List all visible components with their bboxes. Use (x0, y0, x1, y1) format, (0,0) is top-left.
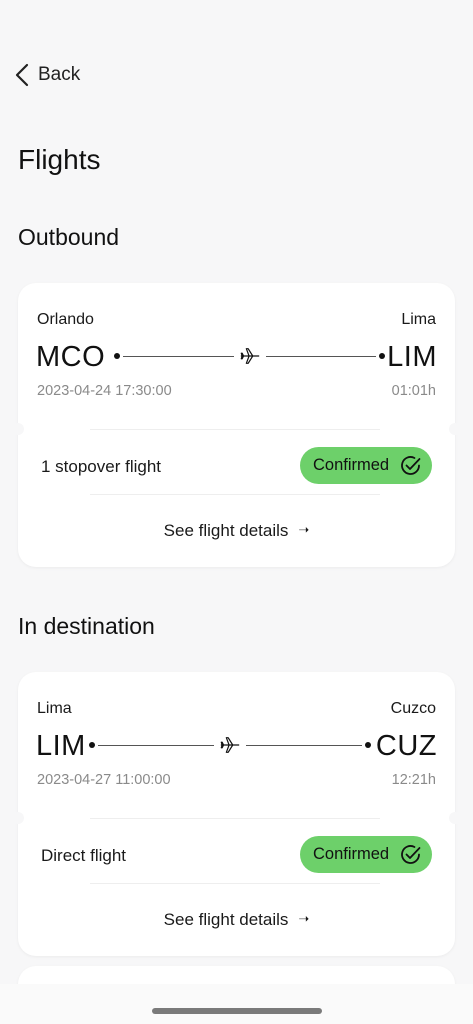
origin-code: MCO (36, 341, 106, 373)
details-label: See flight details (163, 521, 289, 540)
bottom-bar (0, 984, 473, 1024)
divider (90, 818, 380, 819)
origin-dot (89, 742, 95, 748)
destination-city: Lima (401, 311, 436, 328)
origin-code: LIM (36, 730, 86, 762)
airplane-icon (240, 348, 259, 364)
departure-datetime: 2023-04-27 11:00:00 (37, 772, 171, 788)
route-segment (265, 355, 376, 357)
back-button[interactable]: Back (14, 62, 80, 88)
destination-code: CUZ (375, 730, 437, 762)
divider (90, 494, 380, 495)
route-segment (98, 744, 214, 746)
divider (90, 429, 380, 430)
flight-duration: 12:21h (391, 772, 436, 788)
divider (90, 883, 380, 884)
route-segment (123, 355, 234, 357)
destination-code: LIM (387, 341, 437, 373)
destination-dot (379, 353, 385, 359)
chevron-left-icon (15, 63, 29, 87)
origin-city: Lima (37, 700, 72, 717)
arrow-right-icon: ➝ (298, 522, 310, 537)
see-flight-details-link[interactable]: See flight details ➝ (18, 910, 455, 930)
flight-duration: 01:01h (391, 383, 436, 399)
check-circle-icon (401, 455, 421, 475)
back-label: Back (38, 64, 81, 85)
page-title: Flights (18, 144, 101, 175)
origin-city: Orlando (37, 311, 94, 328)
stopover-info: 1 stopover flight (41, 457, 162, 476)
departure-datetime: 2023-04-24 17:30:00 (37, 383, 172, 399)
destination-dot (365, 742, 371, 748)
status-badge: Confirmed (300, 447, 432, 484)
home-indicator[interactable] (152, 1008, 322, 1014)
details-label: See flight details (163, 910, 289, 929)
status-label: Confirmed (313, 456, 390, 474)
section-title-in-destination: In destination (18, 613, 155, 639)
check-circle-icon (401, 844, 421, 864)
airplane-icon (220, 737, 240, 753)
status-badge: Confirmed (300, 836, 432, 873)
section-title-outbound: Outbound (18, 224, 120, 250)
origin-dot (114, 353, 120, 359)
flight-card-in-destination[interactable]: Lima Cuzco LIM CUZ 2023-04-27 11:00:00 1… (12, 672, 461, 956)
route-segment (246, 744, 362, 746)
destination-city: Cuzco (390, 700, 436, 717)
route-line (89, 734, 371, 756)
stopover-info: Direct flight (41, 846, 127, 865)
see-flight-details-link[interactable]: See flight details ➝ (18, 521, 455, 541)
arrow-right-icon: ➝ (298, 911, 310, 926)
flight-card-outbound[interactable]: Orlando Lima MCO LIM 2023-04-24 17:30:00… (12, 283, 461, 567)
status-label: Confirmed (313, 845, 390, 863)
route-line (114, 345, 385, 367)
